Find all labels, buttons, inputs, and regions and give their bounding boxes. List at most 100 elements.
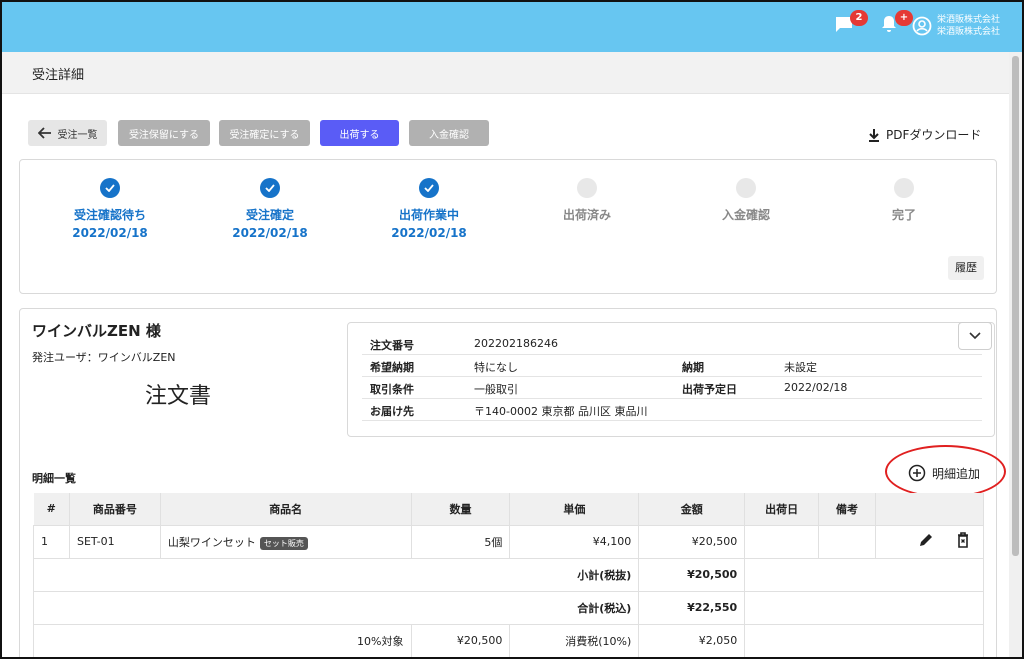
pdf-download-button[interactable]: PDFダウンロード (868, 126, 981, 143)
step-label: 出荷済み (562, 208, 611, 222)
total-label: 合計(税込) (32, 590, 640, 625)
info-row-order-no: 注文番号 202202186246 (362, 333, 982, 355)
confirm-order-button[interactable]: 受注確定にする (219, 120, 310, 146)
top-bar: 2 + 栄酒販株式会社 栄酒販株式会社 (2, 2, 1022, 52)
tax-blank (744, 623, 984, 657)
edit-icon[interactable] (918, 532, 934, 548)
messages-badge: 2 (850, 10, 868, 26)
step-1: 受注確認待ち 2022/02/18 (50, 178, 170, 240)
ship-date-value: 2022/02/18 (784, 381, 848, 394)
step-dot (736, 178, 756, 198)
items-table: # 商品番号 商品名 数量 単価 金額 出荷日 備考 1 SET-01 山梨ワイ… (32, 493, 984, 657)
total-row: 合計(税込) ¥22,550 (32, 590, 984, 625)
step-dot (419, 178, 439, 198)
account-menu[interactable]: 栄酒販株式会社 栄酒販株式会社 (912, 14, 1000, 38)
desired-date-value: 特になし (474, 361, 518, 374)
hold-order-label: 受注保留にする (128, 129, 200, 141)
step-label: 入金確認 (721, 208, 770, 222)
scrollbar[interactable] (1009, 52, 1022, 657)
total-value: ¥22,550 (638, 590, 746, 625)
step-2: 受注確定 2022/02/18 (210, 178, 330, 240)
tax-row: 10%対象 ¥20,500 消費税(10%) ¥2,050 (33, 623, 984, 657)
info-row-terms: 取引条件 一般取引 出荷予定日 2022/02/18 (362, 377, 982, 399)
row-no: 1 (33, 524, 70, 559)
hold-order-button[interactable]: 受注保留にする (118, 120, 210, 146)
check-icon (424, 184, 434, 192)
page-header: 受注詳細 (2, 52, 1009, 94)
document-title: 注文書 (145, 384, 212, 409)
col-header-actions (875, 493, 984, 525)
order-no-label: 注文番号 (370, 339, 414, 352)
step-3: 出荷作業中 2022/02/18 (369, 178, 489, 240)
delete-icon[interactable] (957, 532, 969, 548)
page-title: 受注詳細 (32, 68, 85, 83)
row-note (818, 524, 877, 559)
tax-target-value: ¥20,500 (410, 623, 511, 657)
row-name-cell: 山梨ワインセット セット販売 (159, 524, 412, 559)
subtotal-blank (744, 557, 984, 592)
info-row-address: お届け先 〒140-0002 東京都 品川区 東品川 (362, 399, 982, 421)
account-icon (912, 16, 932, 36)
step-date: 2022/02/18 (391, 226, 467, 240)
table-row: 1 SET-01 山梨ワインセット セット販売 5個 ¥4,100 ¥20,500 (33, 524, 984, 559)
chevron-down-icon (969, 332, 981, 340)
step-date: 2022/02/18 (72, 226, 148, 240)
tax-target-label: 10%対象 (33, 623, 412, 657)
col-header-no: # (33, 493, 70, 525)
notifications-button[interactable]: + (879, 10, 913, 38)
terms-value: 一般取引 (474, 383, 518, 396)
deadline-value: 未設定 (784, 361, 817, 374)
payment-confirm-label: 入金確認 (429, 129, 469, 141)
pdf-download-label: PDFダウンロード (886, 128, 982, 142)
row-actions (875, 524, 984, 559)
app-window: 2 + 栄酒販株式会社 栄酒販株式会社 受注詳細 受注一覧 受注保留にする 受注… (0, 0, 1024, 659)
back-to-list-label: 受注一覧 (57, 129, 98, 141)
collapse-toggle-button[interactable] (958, 322, 992, 350)
notifications-badge: + (895, 10, 913, 26)
step-label: 完了 (891, 208, 916, 222)
address-value: 〒140-0002 東京都 品川区 東品川 (474, 405, 648, 418)
messages-button[interactable]: 2 (834, 10, 868, 38)
ship-label: 出荷する (339, 129, 380, 141)
step-dot (260, 178, 280, 198)
ship-date-label: 出荷予定日 (682, 383, 737, 396)
check-icon (265, 184, 275, 192)
col-header-amount: 金額 (638, 493, 746, 525)
col-header-code: 商品番号 (69, 493, 161, 525)
col-header-price: 単価 (509, 493, 640, 525)
step-label: 出荷作業中 (398, 208, 459, 222)
step-label: 受注確認待ち (73, 208, 146, 222)
order-no-value: 202202186246 (474, 337, 558, 350)
step-5: 入金確認 (686, 178, 806, 226)
subtotal-value: ¥20,500 (638, 557, 746, 592)
items-table-header: # 商品番号 商品名 数量 単価 金額 出荷日 備考 (33, 493, 984, 525)
scrollbar-thumb[interactable] (1012, 56, 1019, 556)
payment-confirm-button[interactable]: 入金確認 (409, 120, 489, 146)
step-dot (894, 178, 914, 198)
ship-button[interactable]: 出荷する (320, 120, 399, 146)
tax-label: 消費税(10%) (509, 623, 640, 657)
deadline-label: 納期 (682, 361, 704, 374)
history-button[interactable]: 履歴 (948, 256, 984, 280)
total-blank (744, 590, 984, 625)
back-to-list-button[interactable]: 受注一覧 (28, 120, 107, 146)
row-price: ¥4,100 (509, 524, 640, 559)
row-ship-date (744, 524, 820, 559)
desired-date-label: 希望納期 (370, 361, 414, 374)
col-header-ship-date: 出荷日 (744, 493, 820, 525)
info-row-delivery: 希望納期 特になし 納期 未設定 (362, 355, 982, 377)
items-section-title: 明細一覧 (32, 472, 76, 485)
col-header-name: 商品名 (160, 493, 412, 525)
arrow-left-icon (37, 127, 51, 139)
customer-name: ワインバルZEN 様 (32, 322, 161, 340)
address-label: お届け先 (370, 405, 414, 418)
download-icon (869, 128, 879, 142)
step-4: 出荷済み (527, 178, 647, 226)
subtotal-label: 小計(税抜) (32, 557, 640, 592)
col-header-note: 備考 (818, 493, 877, 525)
set-sale-badge: セット販売 (259, 536, 308, 550)
account-name-line1: 栄酒販株式会社 (937, 15, 1001, 25)
ordering-user: 発注ユーザ：ワインバルZEN (32, 351, 176, 364)
step-6: 完了 (844, 178, 964, 226)
account-name-line2: 栄酒販株式会社 (937, 27, 1001, 37)
